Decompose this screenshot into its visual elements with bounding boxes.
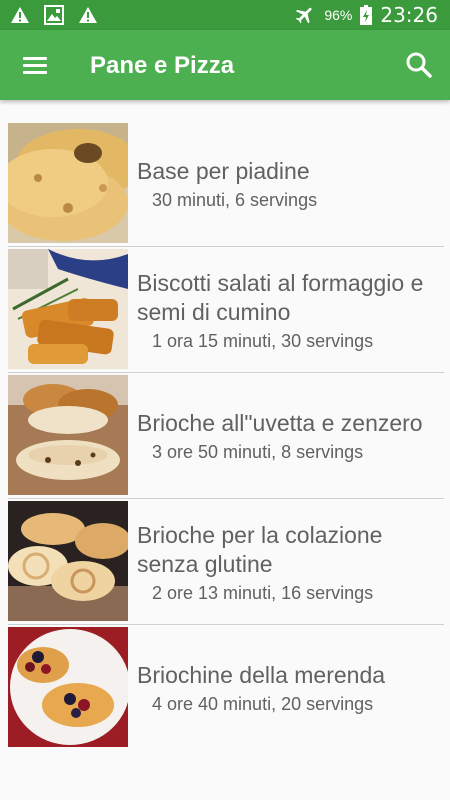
menu-icon-bar [23, 64, 47, 67]
status-notifications [10, 5, 98, 25]
menu-icon-bar [23, 71, 47, 74]
piadine-photo [8, 123, 128, 243]
recipe-meta: 1 ora 15 minuti, 30 servings [152, 330, 374, 351]
biscotti-photo [8, 249, 128, 369]
airplane-mode-icon [296, 7, 312, 24]
recipe-item[interactable]: Briochine della merenda 4 ore 40 minuti,… [0, 625, 450, 751]
battery-percent: 96% [324, 7, 353, 23]
recipe-item[interactable]: Brioche per la colazione senza glutine 2… [0, 499, 450, 625]
app-bar: Pane e Pizza [0, 30, 450, 100]
recipe-title: Brioche per la colazione senza glutine [137, 521, 383, 577]
search-button[interactable] [404, 50, 434, 80]
recipe-item[interactable]: Brioche all"uvetta e zenzero 3 ore 50 mi… [0, 373, 450, 499]
recipe-meta: 2 ore 13 minuti, 16 servings [152, 582, 374, 603]
recipe-meta: 4 ore 40 minuti, 20 servings [152, 694, 374, 714]
warning-icon [79, 7, 97, 23]
recipe-list: Base per piadine 30 minuti, 6 servings B… [0, 121, 450, 751]
recipe-title: Brioche all"uvetta e zenzero [137, 410, 423, 436]
status-bar: 96% 23:26 [0, 0, 450, 30]
app-title: Pane e Pizza [90, 52, 235, 79]
warning-icon [11, 7, 29, 23]
recipe-meta: 30 minuti, 6 servings [152, 190, 318, 210]
menu-icon-bar [23, 57, 47, 60]
brioche-uvetta-photo [8, 375, 128, 495]
image-icon [44, 5, 64, 25]
recipe-title: Biscotti salati al formaggio e semi di c… [137, 269, 424, 325]
battery-charging-icon [360, 5, 373, 25]
recipe-item[interactable]: Biscotti salati al formaggio e semi di c… [0, 247, 450, 373]
recipe-title: Base per piadine [137, 158, 310, 184]
recipe-title: Briochine della merenda [137, 662, 386, 688]
recipe-item[interactable]: Base per piadine 30 minuti, 6 servings [0, 121, 450, 247]
recipe-meta: 3 ore 50 minuti, 8 servings [152, 442, 364, 462]
search-icon [406, 52, 432, 78]
brioche-colazione-photo [8, 501, 128, 621]
menu-button[interactable] [20, 52, 50, 78]
status-system: 96% 23:26 [294, 3, 438, 27]
status-clock: 23:26 [380, 3, 438, 27]
briochine-photo [8, 627, 128, 747]
